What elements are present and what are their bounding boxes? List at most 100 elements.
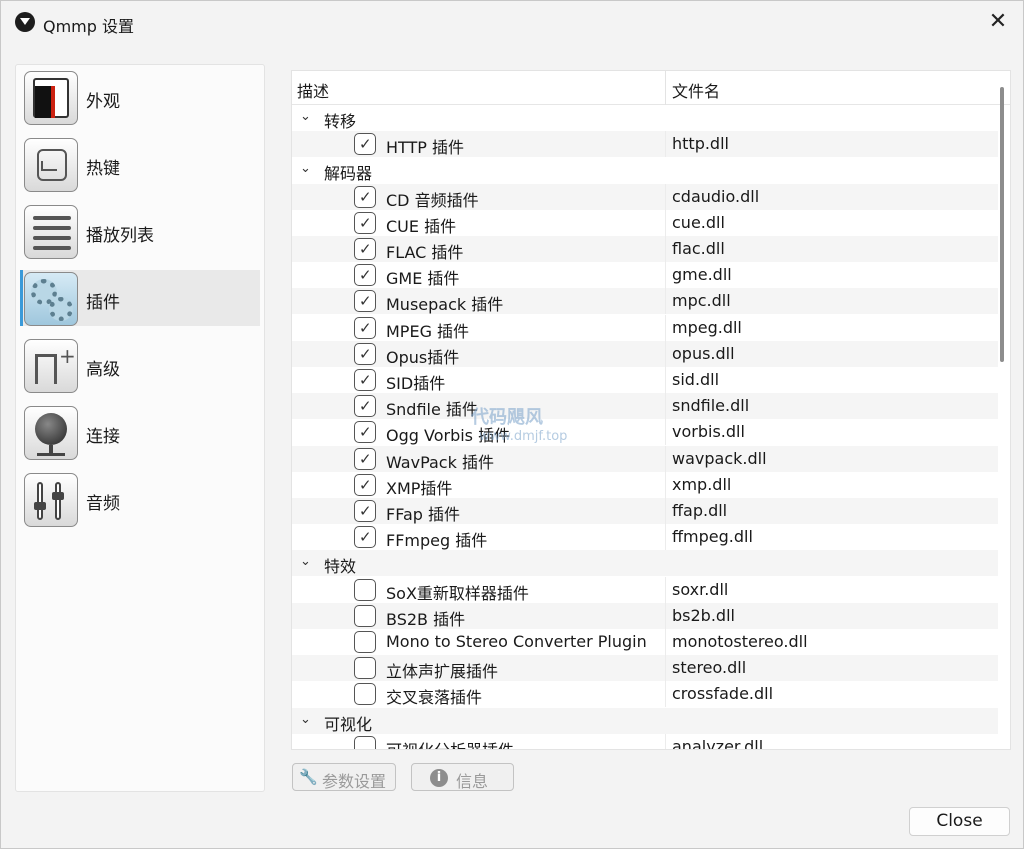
column-header-filename[interactable]: 文件名	[672, 78, 720, 102]
sidebar-item-hotkeys[interactable]: 热键	[20, 136, 260, 192]
plugin-row[interactable]: ✓ GME 插件 gme.dll	[292, 262, 998, 289]
plugin-filename: stereo.dll	[672, 658, 747, 678]
plugin-enabled-checkbox[interactable]: ✓	[354, 316, 376, 339]
plugin-description: Musepack 插件	[386, 295, 504, 315]
chevron-down-icon[interactable]: ⌄	[300, 554, 311, 569]
audio-icon	[24, 473, 78, 527]
plugin-row[interactable]: ✓ FFap 插件 ffap.dll	[292, 498, 998, 524]
plugin-settings-button[interactable]: 🔧 参数设置	[292, 763, 396, 791]
checkmark-icon: ✓	[359, 187, 372, 206]
plugin-description: CUE 插件	[386, 216, 457, 236]
sidebar-item-advanced[interactable]: + 高级	[20, 337, 260, 393]
plugin-row[interactable]: ✓ XMP插件 xmp.dll	[292, 471, 998, 498]
sidebar-item-plugins[interactable]: 插件	[20, 270, 260, 326]
plugin-row[interactable]: ✓ Ogg Vorbis 插件 vorbis.dll	[292, 419, 998, 446]
checkmark-icon: ✓	[359, 135, 372, 154]
wrench-icon: 🔧	[299, 768, 318, 786]
plugin-filename: ffap.dll	[672, 501, 728, 520]
plugin-enabled-checkbox[interactable]: ✓	[354, 395, 376, 418]
plugin-enabled-checkbox[interactable]	[354, 735, 376, 749]
category-label: 解码器	[324, 164, 373, 184]
plugin-description: FFmpeg 插件	[386, 531, 488, 551]
chevron-down-icon[interactable]: ⌄	[300, 109, 311, 124]
plugin-filename: vorbis.dll	[672, 422, 745, 442]
plugins-icon	[24, 272, 78, 326]
plugin-description: HTTP 插件	[386, 138, 465, 158]
plugin-row[interactable]: 交叉衰落插件 crossfade.dll	[292, 681, 998, 708]
category-row[interactable]: ⌄ 转移	[292, 105, 998, 131]
plugin-row[interactable]: BS2B 插件 bs2b.dll	[292, 602, 998, 629]
plugin-enabled-checkbox[interactable]: ✓	[354, 211, 376, 234]
plugin-description: 交叉衰落插件	[386, 688, 483, 708]
plugin-info-label: 信息	[456, 772, 489, 791]
plugin-filename: soxr.dll	[672, 579, 729, 599]
plugin-filename: wavpack.dll	[672, 448, 767, 468]
plugin-enabled-checkbox[interactable]	[354, 631, 376, 653]
plugin-enabled-checkbox[interactable]: ✓	[354, 447, 376, 470]
sidebar-item-label: 播放列表	[86, 226, 154, 246]
sidebar-item-label: 插件	[86, 293, 120, 313]
plugin-row[interactable]: ✓ Opus插件 opus.dll	[292, 340, 998, 367]
plugin-enabled-checkbox[interactable]: ✓	[354, 500, 376, 522]
plugin-tree: 描述 文件名 ⌄ 转移 ✓ HTTP 插件 http.dll ⌄ 解码器 ✓ CD 音频插件 cd…	[291, 70, 1011, 750]
plugin-enabled-checkbox[interactable]: ✓	[354, 342, 376, 365]
sidebar-item-playlist[interactable]: 播放列表	[20, 203, 260, 259]
plugin-row[interactable]: ✓ Musepack 插件 mpc.dll	[292, 288, 998, 315]
plugin-enabled-checkbox[interactable]	[354, 657, 376, 680]
plugin-row[interactable]: Mono to Stereo Converter Plugin monotoste…	[292, 629, 998, 655]
plugin-filename: flac.dll	[672, 239, 725, 258]
plugin-row[interactable]: ✓ CUE 插件 cue.dll	[292, 209, 998, 236]
plugin-enabled-checkbox[interactable]	[354, 604, 376, 627]
plugin-enabled-checkbox[interactable]: ✓	[354, 369, 376, 391]
info-icon: i	[430, 769, 448, 787]
close-icon[interactable]: ✕	[987, 11, 1009, 33]
plugin-enabled-checkbox[interactable]: ✓	[354, 421, 376, 444]
plugin-row[interactable]: ✓ CD 音频插件 cdaudio.dll	[292, 183, 998, 210]
plugin-enabled-checkbox[interactable]: ✓	[354, 526, 376, 549]
playlist-icon	[24, 205, 78, 259]
sidebar-item-network[interactable]: 连接	[20, 404, 260, 460]
plugin-enabled-checkbox[interactable]: ✓	[354, 264, 376, 287]
plugin-enabled-checkbox[interactable]: ✓	[354, 133, 376, 156]
plugin-filename: http.dll	[672, 134, 729, 154]
plugin-info-button[interactable]: i 信息	[411, 763, 514, 791]
chevron-down-icon[interactable]: ⌄	[300, 712, 311, 727]
plugin-description: GME 插件	[386, 269, 460, 289]
advanced-icon: +	[24, 339, 78, 393]
chevron-down-icon[interactable]: ⌄	[300, 161, 311, 176]
category-row[interactable]: ⌄ 特效	[292, 550, 998, 577]
plugin-filename: sndfile.dll	[672, 396, 750, 416]
plugin-row[interactable]: ✓ MPEG 插件 mpeg.dll	[292, 314, 998, 341]
sidebar-item-audio[interactable]: 音频	[20, 471, 260, 527]
checkmark-icon: ✓	[359, 240, 372, 258]
column-header-description[interactable]: 描述	[297, 78, 329, 102]
plugin-row[interactable]: ✓ FFmpeg 插件 ffmpeg.dll	[292, 524, 998, 551]
category-row[interactable]: ⌄ 解码器	[292, 157, 998, 183]
vertical-scrollbar[interactable]	[1000, 87, 1004, 362]
plugin-row[interactable]: SoX重新取样器插件 soxr.dll	[292, 576, 998, 603]
plugin-enabled-checkbox[interactable]: ✓	[354, 185, 376, 208]
checkmark-icon: ✓	[359, 292, 372, 311]
plugin-enabled-checkbox[interactable]: ✓	[354, 238, 376, 260]
plugin-enabled-checkbox[interactable]: ✓	[354, 290, 376, 313]
sidebar-item-label: 连接	[86, 427, 120, 447]
plugin-row[interactable]: ✓ SID插件 sid.dll	[292, 367, 998, 393]
plugin-row[interactable]: ✓ Sndfile 插件 sndfile.dll	[292, 393, 998, 420]
plugin-filename: mpeg.dll	[672, 317, 742, 337]
plugin-row[interactable]: ✓ WavPack 插件 wavpack.dll	[292, 445, 998, 472]
plugin-description: Opus插件	[386, 347, 460, 367]
settings-window: Qmmp 设置 ✕ 外观 热键 播放列表 插件 + 高级 连接 音频 描述 文件…	[0, 0, 1024, 849]
plugin-enabled-checkbox[interactable]	[354, 578, 376, 601]
plugin-enabled-checkbox[interactable]: ✓	[354, 473, 376, 496]
plugin-enabled-checkbox[interactable]	[354, 683, 376, 706]
appearance-icon	[24, 71, 78, 125]
category-row[interactable]: ⌄ 可视化	[292, 707, 998, 734]
close-button[interactable]: Close	[909, 807, 1010, 836]
qmmp-logo-icon	[15, 12, 35, 32]
sidebar-item-appearance[interactable]: 外观	[20, 69, 260, 125]
plugin-row[interactable]: ✓ HTTP 插件 http.dll	[292, 131, 998, 158]
sidebar-item-label: 外观	[86, 92, 120, 112]
plugin-row[interactable]: ✓ FLAC 插件 flac.dll	[292, 236, 998, 262]
plugin-row[interactable]: 立体声扩展插件 stereo.dll	[292, 655, 998, 682]
plugin-row[interactable]: 可视化分析器插件 analyzer.dll	[292, 733, 998, 749]
